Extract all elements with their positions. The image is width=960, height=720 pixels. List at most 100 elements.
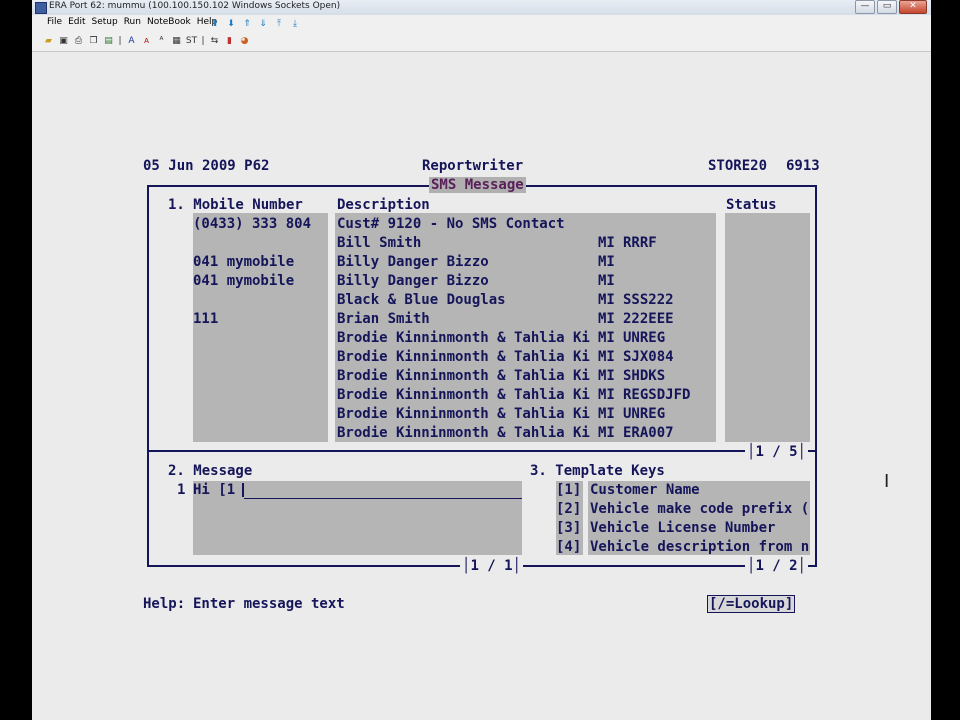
copy-icon[interactable]: ❐ — [87, 35, 100, 48]
menu-edit[interactable]: Edit — [65, 17, 88, 27]
grid-icon[interactable]: ▦ — [170, 35, 183, 48]
row-description[interactable]: Brodie Kinninmonth & Tahlia Ki — [337, 406, 590, 422]
header-app-name: Reportwriter — [422, 158, 524, 174]
template-key-code[interactable]: [2] — [556, 501, 581, 517]
text-select-cursor-icon: I — [884, 471, 890, 492]
row-code: MI — [598, 311, 615, 327]
arrow-up-icon[interactable]: ⬆ — [208, 17, 222, 30]
row-description[interactable]: Brodie Kinninmonth & Tahlia Ki — [337, 330, 590, 346]
row-code: MI — [598, 368, 615, 384]
lookup-button[interactable]: [/=Lookup] — [707, 595, 796, 613]
navigation-toolbar: ⬆ ⬇ ⇑ ⇓ ⤒ ⤓ — [208, 17, 302, 30]
arrow-down-icon[interactable]: ⬇ — [224, 17, 238, 30]
row-description[interactable]: Billy Danger Bizzo — [337, 273, 489, 289]
print-icon[interactable]: ⎙ — [72, 35, 85, 48]
row-rego: SSS222 — [623, 292, 674, 308]
maximize-button[interactable]: ▭ — [877, 0, 897, 14]
template-key-text[interactable]: Vehicle description from n — [590, 539, 809, 555]
row-rego: ERA007 — [623, 425, 674, 441]
template-key-code[interactable]: [4] — [556, 539, 581, 555]
row-mobile[interactable]: (0433) 333 804 — [193, 216, 311, 232]
bottom-icon[interactable]: ⤓ — [288, 17, 302, 30]
description-heading: Description — [337, 197, 430, 213]
row-rego: RRRF — [623, 235, 657, 251]
row-rego: REGSDJFD — [623, 387, 691, 403]
terminal-settings-icon[interactable]: ST — [185, 35, 198, 48]
bar-chart-icon[interactable]: ▮ — [223, 35, 236, 48]
mobile-number-heading: 1. Mobile Number — [168, 197, 303, 213]
font-color-icon[interactable]: ᴀ — [140, 35, 153, 48]
row-description[interactable]: Black & Blue Douglas — [337, 292, 506, 308]
toolbar-separator: | — [201, 36, 205, 46]
menu-file[interactable]: File — [44, 17, 65, 27]
template-keys-heading: 3. Template Keys — [530, 463, 665, 479]
window-title: ERA Port 62: mummu (100.100.150.102 Wind… — [49, 1, 341, 11]
template-key-text[interactable]: Vehicle make code prefix ( — [590, 501, 809, 517]
top-icon[interactable]: ⤒ — [272, 17, 286, 30]
help-label: Help: — [143, 596, 186, 612]
row-rego: 222EEE — [623, 311, 674, 327]
status-list-panel[interactable] — [725, 213, 810, 442]
menu-setup[interactable]: Setup — [89, 17, 121, 27]
template-key-code[interactable]: [1] — [556, 482, 581, 498]
message-text-input[interactable]: Hi [1 — [193, 482, 235, 498]
open-folder-icon[interactable]: ▰ — [42, 35, 55, 48]
menu-run[interactable]: Run — [121, 17, 144, 27]
app-icon — [35, 2, 47, 14]
pie-chart-icon[interactable]: ◕ — [238, 35, 251, 48]
row-mobile[interactable]: 041 mymobile — [193, 273, 294, 289]
message-input-underline — [244, 498, 522, 499]
template-key-text[interactable]: Vehicle License Number — [590, 520, 775, 536]
template-keys-page-indicator: │1 / 2│ — [745, 558, 809, 574]
header-date: 05 Jun 2009 P62 — [143, 158, 270, 174]
row-code: MI — [598, 349, 615, 365]
frame-divider — [149, 450, 815, 452]
row-code: MI — [598, 387, 615, 403]
row-code: MI — [598, 330, 615, 346]
row-code: MI — [598, 406, 615, 422]
font-icon[interactable]: A — [125, 35, 138, 48]
menu-bar: File Edit Setup Run NoteBook Help ⬆ ⬇ ⇑ … — [32, 15, 931, 33]
template-keys-page-number: 1 / 2 — [755, 558, 798, 574]
row-code: MI — [598, 254, 615, 270]
sms-page-indicator: │1 / 5│ — [745, 444, 809, 460]
row-rego: SHDKS — [623, 368, 666, 384]
row-rego: UNREG — [623, 330, 666, 346]
row-mobile[interactable]: 111 — [193, 311, 218, 327]
minimize-button[interactable]: — — [855, 0, 875, 14]
message-page-indicator: │1 / 1│ — [460, 558, 524, 574]
message-line-number: 1 — [177, 482, 186, 498]
mobile-list-panel[interactable] — [193, 213, 328, 442]
save-icon[interactable]: ▣ — [57, 35, 70, 48]
header-store: STORE20 — [708, 158, 768, 174]
row-description[interactable]: Cust# 9120 - No SMS Contact — [337, 216, 565, 232]
sms-frame-title: SMS Message — [429, 177, 526, 193]
page-down-icon[interactable]: ⇓ — [256, 17, 270, 30]
terminal-screen[interactable]: 05 Jun 2009 P62 Reportwriter STORE20 691… — [32, 52, 931, 720]
row-description[interactable]: Bill Smith — [337, 235, 421, 251]
page-up-icon[interactable]: ⇑ — [240, 17, 254, 30]
font-size-icon[interactable]: ᴬ — [155, 35, 168, 48]
help-text: Enter message text — [193, 596, 345, 612]
template-key-text[interactable]: Customer Name — [590, 482, 700, 498]
row-description[interactable]: Brian Smith — [337, 311, 430, 327]
row-description[interactable]: Brodie Kinninmonth & Tahlia Ki — [337, 368, 590, 384]
toolbar: ▰ ▣ ⎙ ❐ ▤ | A ᴀ ᴬ ▦ ST | ⇆ ▮ ◕ — [32, 32, 931, 52]
title-bar: ERA Port 62: mummu (100.100.150.102 Wind… — [32, 0, 931, 16]
connect-icon[interactable]: ⇆ — [208, 35, 221, 48]
template-key-code[interactable]: [3] — [556, 520, 581, 536]
row-description[interactable]: Brodie Kinninmonth & Tahlia Ki — [337, 349, 590, 365]
row-mobile[interactable]: 041 mymobile — [193, 254, 294, 270]
row-code: MI — [598, 235, 615, 251]
row-description[interactable]: Brodie Kinninmonth & Tahlia Ki — [337, 425, 590, 441]
close-button[interactable]: ✕ — [899, 0, 927, 14]
row-description[interactable]: Billy Danger Bizzo — [337, 254, 489, 270]
status-heading: Status — [726, 197, 777, 213]
paste-icon[interactable]: ▤ — [102, 35, 115, 48]
row-code: MI — [598, 273, 615, 289]
row-code: MI — [598, 292, 615, 308]
text-cursor — [242, 483, 244, 497]
row-description[interactable]: Brodie Kinninmonth & Tahlia Ki — [337, 387, 590, 403]
menu-notebook[interactable]: NoteBook — [144, 17, 194, 27]
terminal-window: ERA Port 62: mummu (100.100.150.102 Wind… — [32, 0, 931, 720]
